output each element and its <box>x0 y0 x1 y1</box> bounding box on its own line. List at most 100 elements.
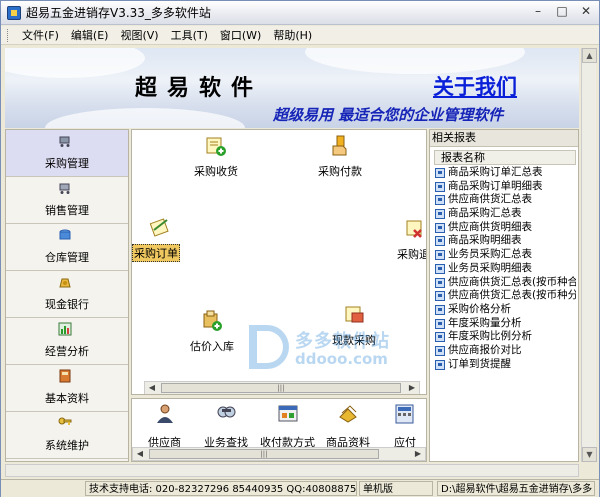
report-icon <box>435 209 445 220</box>
payment-icon <box>332 135 347 156</box>
payable-icon <box>395 404 414 424</box>
sidebar-item-basic-data[interactable]: 基本资料 <box>6 365 128 412</box>
sidebar-item-label: 现金银行 <box>45 298 89 311</box>
report-item[interactable]: 采购价格分析 <box>434 303 576 317</box>
report-icon <box>435 332 445 343</box>
title-bar[interactable]: 超易五金进销存V3.33_多多软件站 – □ ✕ <box>1 1 599 25</box>
menu-file[interactable]: 文件(F) <box>16 26 65 45</box>
cash-purchase-icon <box>345 306 364 323</box>
main-vertical-scrollbar[interactable]: ▲ ▼ <box>581 48 597 462</box>
sidebar-item-warehouse[interactable]: 仓库管理 <box>6 224 128 271</box>
flow-node-label: 现款采购 <box>332 334 376 347</box>
main-horizontal-scrollbar[interactable] <box>5 464 579 477</box>
report-item[interactable]: 供应商供货明细表 <box>434 221 576 235</box>
shortcut-payment-method[interactable]: 收付款方式 <box>260 403 315 450</box>
cart-icon <box>59 183 70 194</box>
supplier-icon <box>156 404 173 423</box>
reports-panel: 相关报表 报表名称 商品采购订单汇总表 商品采购订单明细表 供应商供货汇总表 商… <box>429 129 579 462</box>
scroll-right-arrow[interactable]: ▶ <box>405 382 419 394</box>
report-icon <box>435 236 445 247</box>
report-item[interactable]: 商品采购明细表 <box>434 234 576 248</box>
shortcut-product-data[interactable]: 商品资料 <box>326 403 370 450</box>
banner-cloud <box>45 108 245 128</box>
sidebar-item-analysis[interactable]: 经营分析 <box>6 318 128 365</box>
flow-node-label: 采购订单 <box>132 244 180 262</box>
sidebar-item-system[interactable]: 系统维护 <box>6 412 128 459</box>
scroll-left-arrow[interactable]: ◀ <box>133 448 147 460</box>
report-item[interactable]: 业务员采购明细表 <box>434 262 576 276</box>
sidebar-item-sales[interactable]: 销售管理 <box>6 177 128 224</box>
sidebar-item-label: 系统维护 <box>45 439 89 452</box>
flow-node-estimate-stockin[interactable]: 估价入库 <box>190 310 234 354</box>
reports-list: 商品采购订单汇总表 商品采购订单明细表 供应商供货汇总表 商品采购汇总表 供应商… <box>434 166 576 371</box>
report-item[interactable]: 商品采购汇总表 <box>434 207 576 221</box>
flow-node-label: 采购退 <box>397 248 427 261</box>
close-button[interactable]: ✕ <box>577 4 595 20</box>
report-item[interactable]: 业务员采购汇总表 <box>434 248 576 262</box>
menu-view[interactable]: 视图(V) <box>114 26 164 45</box>
scroll-right-arrow[interactable]: ▶ <box>411 448 425 460</box>
report-icon <box>435 250 445 261</box>
shortcut-business-search[interactable]: 业务查找 <box>204 403 248 450</box>
key-icon <box>58 417 72 425</box>
scroll-up-arrow[interactable]: ▲ <box>582 48 597 63</box>
product-icon <box>339 405 357 423</box>
maximize-button[interactable]: □ <box>553 4 571 20</box>
report-item[interactable]: 年度采购量分析 <box>434 317 576 331</box>
purchase-return-icon <box>406 220 422 238</box>
window-title: 超易五金进销存V3.33_多多软件站 <box>26 6 211 20</box>
shortcut-payable[interactable]: 应付 <box>394 403 416 450</box>
report-icon <box>435 263 445 274</box>
scrollbar-thumb[interactable]: ||| <box>161 383 401 393</box>
flow-horizontal-scrollbar[interactable]: ◀ ||| ▶ <box>144 381 420 394</box>
sidebar-item-purchase[interactable]: 采购管理 <box>6 130 128 177</box>
report-item[interactable]: 供应商供货汇总表(按币种分开 <box>434 289 576 303</box>
menu-tools[interactable]: 工具(T) <box>165 26 214 45</box>
app-window: 超易五金进销存V3.33_多多软件站 – □ ✕ 文件(F) 编辑(E) 视图(… <box>0 0 600 497</box>
scroll-left-arrow[interactable]: ◀ <box>145 382 159 394</box>
shortcut-supplier[interactable]: 供应商 <box>148 403 181 450</box>
report-item[interactable]: 供应商报价对比 <box>434 344 576 358</box>
report-item[interactable]: 供应商供货汇总表(按币种合并 <box>434 276 576 290</box>
minimize-button[interactable]: – <box>529 4 547 20</box>
banner-slogan: 超级易用 最适合您的企业管理软件 <box>273 106 504 124</box>
about-us-link[interactable]: 关于我们 <box>433 71 517 101</box>
flow-node-purchase-order[interactable]: 采购订单 <box>132 216 180 262</box>
report-item[interactable]: 商品采购订单汇总表 <box>434 166 576 180</box>
scrollbar-thumb[interactable]: ||| <box>149 449 379 459</box>
status-edition: 单机版 <box>359 481 433 496</box>
flow-node-label: 采购付款 <box>318 165 362 178</box>
brand-title: 超易软件 <box>135 76 264 101</box>
report-item[interactable]: 供应商供货汇总表 <box>434 193 576 207</box>
report-item[interactable]: 年度采购比例分析 <box>434 330 576 344</box>
payment-method-icon <box>278 405 297 422</box>
menu-edit[interactable]: 编辑(E) <box>65 26 115 45</box>
sidebar-item-label: 采购管理 <box>45 157 89 170</box>
report-icon <box>435 291 445 302</box>
flow-node-purchase-receive[interactable]: 采购收货 <box>194 135 238 179</box>
shortcut-horizontal-scrollbar[interactable]: ◀ ||| ▶ <box>132 447 426 461</box>
flow-node-purchase-payment[interactable]: 采购付款 <box>318 135 362 179</box>
menu-bar: 文件(F) 编辑(E) 视图(V) 工具(T) 窗口(W) 帮助(H) <box>1 26 599 45</box>
shortcut-bar: 供应商 业务查找 收付款方式 商品资料 应付 ◀ ||| ▶ <box>131 398 427 462</box>
scroll-down-arrow[interactable]: ▼ <box>582 447 597 462</box>
toolbar-grip[interactable] <box>7 28 10 42</box>
report-icon <box>435 359 445 370</box>
reports-column-header[interactable]: 报表名称 <box>434 150 576 165</box>
sidebar-item-label: 仓库管理 <box>45 251 89 264</box>
flow-node-label: 估价入库 <box>190 340 234 353</box>
status-path: D:\超易软件\超易五金进销存\多多 <box>437 481 595 496</box>
flow-node-cash-purchase[interactable]: 现款采购 <box>332 304 376 348</box>
purchase-order-icon <box>149 218 169 237</box>
flow-node-purchase-return[interactable]: 采购退 <box>397 218 427 262</box>
report-icon <box>435 345 445 356</box>
report-item[interactable]: 订单到货提醒 <box>434 358 576 372</box>
menu-window[interactable]: 窗口(W) <box>214 26 267 45</box>
menu-help[interactable]: 帮助(H) <box>267 26 318 45</box>
report-item[interactable]: 商品采购订单明细表 <box>434 180 576 194</box>
sidebar-item-cash-bank[interactable]: 现金银行 <box>6 271 128 318</box>
report-icon <box>435 318 445 329</box>
module-sidebar: 采购管理 销售管理 仓库管理 现金银行 经营分析 基本资料 系统维护 <box>5 129 129 462</box>
search-business-icon <box>217 406 236 418</box>
banner-cloud <box>5 48 145 78</box>
